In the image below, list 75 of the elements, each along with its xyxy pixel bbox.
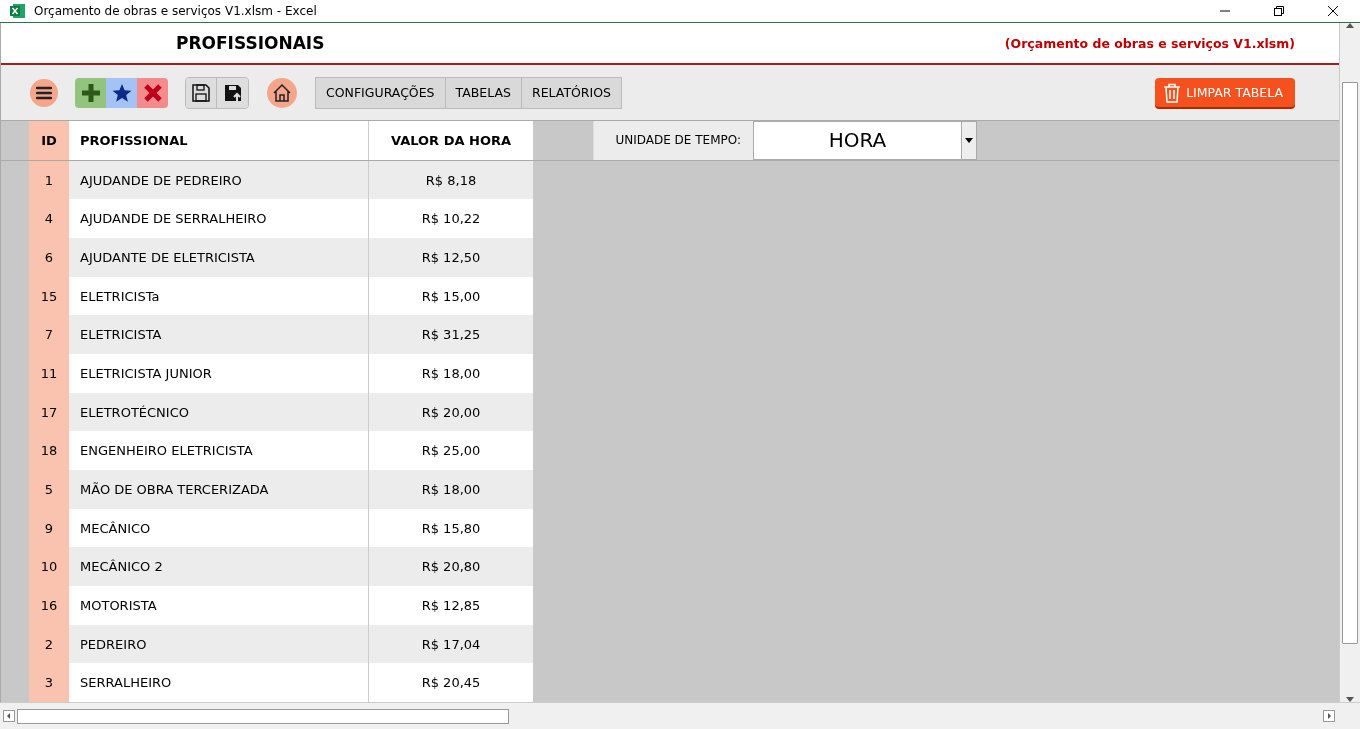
id-cell: 3 [29, 663, 69, 702]
id-cell: 1 [29, 160, 69, 200]
page-title: PROFISSIONAIS [176, 33, 326, 53]
plus-icon [80, 82, 101, 103]
house-icon [272, 82, 292, 103]
dropdown-arrow-icon [965, 137, 973, 143]
time-unit-dropdown[interactable]: HORA [753, 121, 977, 160]
file-name: (Orçamento de obras e serviços V1.xlsm) [1004, 35, 1295, 51]
name-cell: ELETROTÉCNICO [69, 392, 369, 432]
name-cell: MOTORISTA [69, 586, 369, 625]
scroll-up-icon[interactable] [1346, 23, 1354, 28]
trash-icon [1163, 82, 1182, 103]
id-cell: 4 [29, 199, 69, 238]
id-cell: 6 [29, 238, 69, 277]
add-button[interactable] [75, 77, 106, 108]
save-button[interactable] [186, 77, 217, 108]
value-cell: R$ 15,00 [369, 276, 533, 316]
menu-icon [36, 85, 52, 100]
scrollbar-thumb[interactable] [17, 708, 509, 724]
value-cell: R$ 18,00 [369, 470, 533, 509]
menu-button[interactable] [30, 78, 58, 107]
menu-tab[interactable]: TABELAS [444, 77, 521, 108]
value-cell: R$ 18,00 [369, 354, 533, 393]
name-cell: MÃO DE OBRA TERCERIZADA [69, 470, 369, 509]
save-as-button[interactable] [217, 77, 248, 108]
value-cell: R$ 10,22 [369, 199, 533, 238]
name-cell: ENGENHEIRO ELETRICISTA [69, 431, 369, 471]
name-cell: AJUDANDE DE SERRALHEIRO [69, 199, 369, 238]
id-cell: 16 [29, 586, 69, 625]
id-cell: 15 [29, 276, 69, 316]
value-cell: R$ 20,80 [369, 547, 533, 587]
value-cell: R$ 15,80 [369, 508, 533, 548]
value-cell: R$ 17,04 [369, 624, 533, 664]
id-cell: 11 [29, 354, 69, 393]
column-header: PROFISSIONAL [69, 121, 369, 160]
id-cell: 17 [29, 392, 69, 432]
value-cell: R$ 25,00 [369, 431, 533, 471]
name-cell: PEDREIRO [69, 624, 369, 664]
scroll-right-icon[interactable] [1323, 710, 1335, 722]
value-cell: R$ 31,25 [369, 315, 533, 355]
value-cell: R$ 20,00 [369, 392, 533, 432]
column-header: VALOR DA HORA [369, 121, 533, 160]
menu-tab[interactable]: RELATÓRIOS [521, 77, 622, 108]
id-cell: 5 [29, 470, 69, 509]
name-cell: MECÂNICO [69, 508, 369, 548]
column-header: ID [29, 121, 69, 160]
name-cell: ELETRICISTa [69, 276, 369, 316]
excel-icon [10, 3, 26, 19]
cross-icon [142, 82, 163, 103]
name-cell: AJUDANDE DE PEDREIRO [69, 160, 369, 200]
name-cell: SERRALHEIRO [69, 663, 369, 702]
restore-icon[interactable] [1274, 6, 1284, 16]
scrollbar-thumb[interactable] [1342, 81, 1358, 644]
value-cell: R$ 8,18 [369, 160, 533, 200]
menu-tab[interactable]: CONFIGURAÇÕES [316, 77, 445, 108]
star-icon [111, 82, 132, 103]
id-cell: 10 [29, 547, 69, 587]
id-cell: 7 [29, 315, 69, 355]
value-cell: R$ 12,50 [369, 238, 533, 277]
delete-button[interactable] [137, 77, 168, 108]
name-cell: ELETRICISTA [69, 315, 369, 355]
favorite-button[interactable] [106, 77, 137, 108]
value-cell: R$ 12,85 [369, 586, 533, 625]
window-title: Orçamento de obras e serviços V1.xlsm - Excel [34, 4, 318, 18]
value-cell: R$ 20,45 [369, 663, 533, 702]
id-cell: 9 [29, 508, 69, 548]
scroll-left-icon[interactable] [3, 710, 15, 722]
time-unit-label: UNIDADE DE TEMPO: [593, 121, 753, 160]
name-cell: AJUDANTE DE ELETRICISTA [69, 238, 369, 277]
id-cell: 18 [29, 431, 69, 471]
name-cell: MECÂNICO 2 [69, 547, 369, 587]
id-cell: 2 [29, 624, 69, 664]
name-cell: ELETRICISTA JUNIOR [69, 354, 369, 393]
home-button[interactable] [267, 77, 297, 108]
close-icon[interactable] [1328, 6, 1338, 16]
